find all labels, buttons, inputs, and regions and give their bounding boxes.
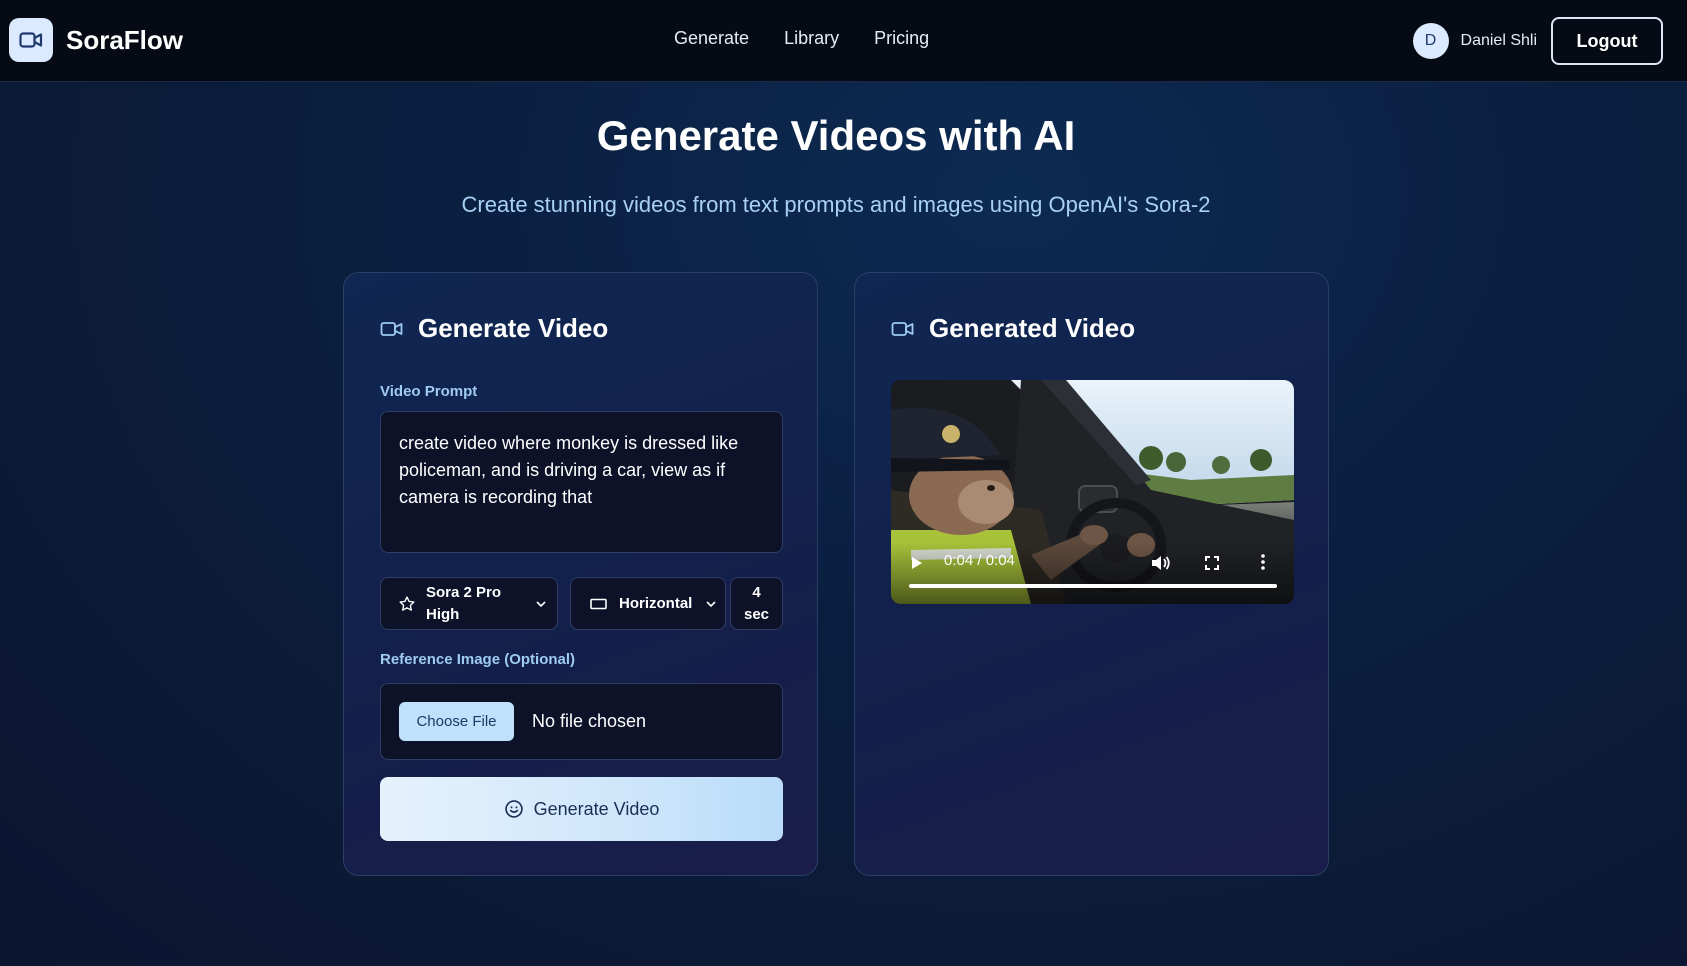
nav-generate[interactable]: Generate xyxy=(674,28,749,49)
generate-button-label: Generate Video xyxy=(533,798,660,819)
chevron-down-icon xyxy=(706,601,716,608)
nav-library[interactable]: Library xyxy=(784,28,839,49)
card-title-text: Generated Video xyxy=(929,313,1136,343)
card-title: Generated Video xyxy=(891,313,1135,344)
model-select-line2: High xyxy=(426,605,460,623)
main-nav: Generate Library Pricing xyxy=(674,28,964,49)
prompt-input[interactable]: create video where monkey is dressed lik… xyxy=(380,411,783,553)
duration-unit: sec xyxy=(743,605,770,623)
user-area: D Daniel Shli Logout xyxy=(1412,17,1663,65)
model-select[interactable]: Sora 2 Pro High xyxy=(380,577,558,630)
orientation-value: Horizontal xyxy=(619,594,693,612)
video-camera-icon xyxy=(891,320,915,338)
reference-image-label: Reference Image (Optional) xyxy=(380,651,576,668)
chevron-down-icon xyxy=(536,601,546,608)
card-title-text: Generate Video xyxy=(418,313,609,343)
avatar[interactable]: D xyxy=(1412,23,1449,59)
video-camera-icon xyxy=(9,18,53,62)
video-time: 0:04 / 0:04 xyxy=(944,552,1015,569)
star-icon xyxy=(398,595,416,613)
file-input[interactable]: Choose File No file chosen xyxy=(380,683,783,760)
logout-button[interactable]: Logout xyxy=(1551,17,1663,65)
user-name: Daniel Shli xyxy=(1460,32,1537,49)
orientation-select[interactable]: Horizontal xyxy=(570,577,726,630)
generated-video-card: Generated Video 0:04 / 0:04 xyxy=(854,272,1329,876)
choose-file-button[interactable]: Choose File xyxy=(399,702,514,741)
card-title: Generate Video xyxy=(380,313,608,344)
more-options-icon[interactable] xyxy=(1261,554,1265,570)
model-select-line1: Sora 2 Pro xyxy=(426,583,502,601)
video-progress-bar[interactable] xyxy=(909,584,1277,588)
video-player[interactable]: 0:04 / 0:04 xyxy=(891,380,1294,604)
brand-name: SoraFlow xyxy=(66,24,184,55)
generate-video-card: Generate Video Video Prompt create video… xyxy=(343,272,818,876)
duration-value: 4 xyxy=(752,583,761,601)
top-nav-bar: SoraFlow Generate Library Pricing D Dani… xyxy=(0,0,1687,82)
file-status: No file chosen xyxy=(532,711,647,731)
play-icon[interactable] xyxy=(911,556,923,570)
smiley-icon xyxy=(504,800,523,818)
generate-video-button[interactable]: Generate Video xyxy=(380,777,783,841)
prompt-label: Video Prompt xyxy=(380,383,478,400)
duration-select[interactable]: 4 sec xyxy=(730,577,783,630)
volume-icon[interactable] xyxy=(1151,554,1171,572)
nav-pricing[interactable]: Pricing xyxy=(874,28,929,49)
page-subtitle: Create stunning videos from text prompts… xyxy=(461,192,1211,217)
video-camera-icon xyxy=(380,320,404,338)
video-controls: 0:04 / 0:04 xyxy=(891,542,1294,604)
brand[interactable]: SoraFlow xyxy=(9,18,183,62)
rectangle-icon xyxy=(590,598,607,610)
fullscreen-icon[interactable] xyxy=(1205,556,1219,570)
page-title: Generate Videos with AI xyxy=(596,112,1076,159)
